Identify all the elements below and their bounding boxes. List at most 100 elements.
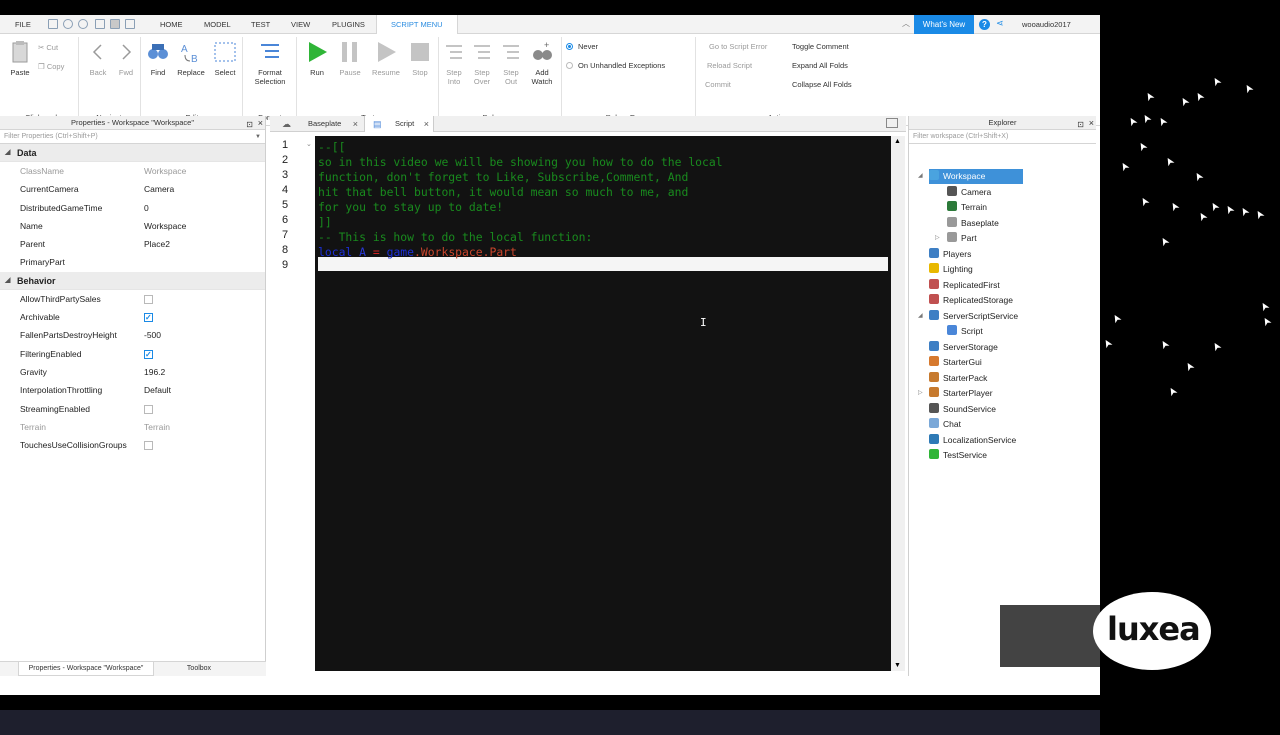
dropdown-icon[interactable]: ▼: [255, 130, 261, 144]
explorer-item[interactable]: ReplicatedFirst: [929, 278, 1000, 293]
cut-button[interactable]: ✂ Cut: [38, 43, 58, 52]
step-out-button[interactable]: Step Out: [499, 40, 523, 86]
explorer-item[interactable]: Script: [947, 324, 983, 339]
explorer-item[interactable]: ServerStorage: [929, 340, 998, 355]
property-value[interactable]: Place2: [144, 235, 170, 253]
file-menu[interactable]: FILE: [15, 15, 31, 34]
code-area[interactable]: --[[so in this video we will be showing …: [315, 136, 891, 671]
tab-script[interactable]: ▤ Script ×: [364, 116, 434, 132]
explorer-item[interactable]: ReplicatedStorage: [929, 293, 1013, 308]
go-to-script-error-button[interactable]: Go to Script Error: [709, 42, 767, 51]
collapse-ribbon-icon[interactable]: ︿: [902, 18, 910, 29]
collapse-triangle-icon[interactable]: ◢: [918, 312, 923, 319]
tab-view[interactable]: VIEW: [291, 15, 310, 34]
explorer-filter-input[interactable]: Filter workspace (Ctrl+Shift+X): [909, 130, 1096, 144]
close-tab-icon[interactable]: ×: [424, 116, 429, 132]
properties-filter-input[interactable]: Filter Properties (Ctrl+Shift+P) ▼: [0, 130, 265, 144]
explorer-item[interactable]: TestService: [929, 448, 987, 463]
checkbox[interactable]: [144, 441, 153, 451]
property-value[interactable]: Terrain: [144, 418, 170, 436]
maximize-icon[interactable]: [886, 118, 898, 128]
redo-icon[interactable]: [78, 19, 88, 29]
property-value[interactable]: Workspace: [144, 217, 186, 235]
explorer-item[interactable]: Part: [947, 231, 977, 246]
explorer-item[interactable]: Chat: [929, 417, 961, 432]
explorer-item[interactable]: Baseplate: [947, 216, 999, 231]
close-icon[interactable]: ×: [258, 116, 263, 130]
commit-button[interactable]: Commit: [705, 80, 731, 89]
debug-errors-unhandled-radio[interactable]: On Unhandled Exceptions: [566, 61, 665, 70]
property-row[interactable]: InterpolationThrottling Default: [0, 381, 265, 399]
paste-button[interactable]: Paste: [8, 40, 32, 77]
save-icon[interactable]: [95, 19, 105, 29]
close-icon[interactable]: ×: [1089, 116, 1094, 130]
new-file-icon[interactable]: [48, 19, 58, 29]
property-value[interactable]: Camera: [144, 180, 174, 198]
tab-plugins[interactable]: PLUGINS: [332, 15, 365, 34]
toggle-comment-button[interactable]: Toggle Comment: [792, 42, 849, 51]
stop-icon[interactable]: [110, 19, 120, 29]
binoculars-icon[interactable]: [125, 19, 135, 29]
reload-script-button[interactable]: Reload Script: [707, 61, 752, 70]
property-value[interactable]: Workspace: [144, 162, 186, 180]
step-over-button[interactable]: Step Over: [470, 40, 494, 86]
property-row[interactable]: Parent Place2: [0, 235, 265, 253]
property-row[interactable]: ClassName Workspace: [0, 162, 265, 180]
pause-button[interactable]: Pause: [336, 40, 364, 77]
tab-test[interactable]: TEST: [251, 15, 270, 34]
tab-properties[interactable]: Properties - Workspace "Workspace": [18, 662, 154, 676]
find-button[interactable]: Find: [146, 40, 170, 77]
tab-toolbox[interactable]: Toolbox: [174, 662, 224, 676]
explorer-item[interactable]: StarterPlayer: [929, 386, 993, 401]
checkbox[interactable]: [144, 294, 153, 304]
forward-button[interactable]: Fwd: [116, 40, 136, 77]
vertical-scrollbar[interactable]: ▲ ▼: [891, 136, 905, 671]
resume-button[interactable]: Resume: [370, 40, 402, 77]
format-selection-button[interactable]: Format Selection: [250, 40, 290, 86]
share-icon[interactable]: ⋖: [996, 18, 1004, 29]
property-row[interactable]: FallenPartsDestroyHeight -500: [0, 326, 265, 344]
property-value[interactable]: -500: [144, 326, 161, 344]
property-value[interactable]: Default: [144, 381, 171, 399]
run-button[interactable]: Run: [304, 40, 330, 77]
explorer-item[interactable]: LocalizationService: [929, 433, 1016, 448]
checkbox[interactable]: [144, 309, 153, 327]
explorer-item[interactable]: Workspace: [929, 169, 1024, 184]
property-value[interactable]: 0: [144, 199, 149, 217]
tab-baseplate[interactable]: ☁ Baseplate ×: [280, 116, 362, 132]
property-row[interactable]: TouchesUseCollisionGroups: [0, 436, 265, 454]
property-row[interactable]: AllowThirdPartySales: [0, 290, 265, 308]
property-row[interactable]: Name Workspace: [0, 217, 265, 235]
behavior-section-header[interactable]: ◢ Behavior: [0, 271, 265, 290]
copy-button[interactable]: ❐ Copy: [38, 62, 64, 71]
explorer-item[interactable]: StarterPack: [929, 371, 987, 386]
stop-button[interactable]: Stop: [408, 40, 432, 77]
add-watch-button[interactable]: + Add Watch: [529, 40, 555, 86]
whats-new-button[interactable]: What's New: [914, 15, 974, 34]
property-row[interactable]: PrimaryPart: [0, 253, 265, 271]
debug-errors-never-radio[interactable]: Never: [566, 42, 598, 51]
explorer-item[interactable]: StarterGui: [929, 355, 982, 370]
replace-button[interactable]: AB Replace: [176, 40, 206, 77]
step-into-button[interactable]: Step Into: [442, 40, 466, 86]
username[interactable]: wooaudio2017: [1022, 15, 1071, 34]
tab-model[interactable]: MODEL: [204, 15, 231, 34]
explorer-item[interactable]: Players: [929, 247, 971, 262]
tab-script-menu[interactable]: SCRIPT MENU: [376, 15, 458, 35]
data-section-header[interactable]: ◢ Data: [0, 144, 265, 162]
expand-triangle-icon[interactable]: ▷: [935, 234, 940, 241]
help-icon[interactable]: ?: [979, 19, 990, 30]
property-value[interactable]: 196.2: [144, 363, 165, 381]
explorer-item[interactable]: Lighting: [929, 262, 973, 277]
undo-icon[interactable]: [63, 19, 73, 29]
fold-marker-icon[interactable]: ⌄: [306, 140, 312, 148]
collapse-triangle-icon[interactable]: ◢: [918, 172, 923, 179]
property-row[interactable]: StreamingEnabled: [0, 400, 265, 418]
close-tab-icon[interactable]: ×: [353, 116, 358, 132]
expand-all-folds-button[interactable]: Expand All Folds: [792, 61, 848, 70]
checkbox[interactable]: [144, 346, 153, 364]
explorer-item[interactable]: Camera: [947, 185, 991, 200]
property-row[interactable]: FilteringEnabled: [0, 345, 265, 364]
select-button[interactable]: Select: [212, 40, 238, 77]
property-row[interactable]: CurrentCamera Camera: [0, 180, 265, 198]
